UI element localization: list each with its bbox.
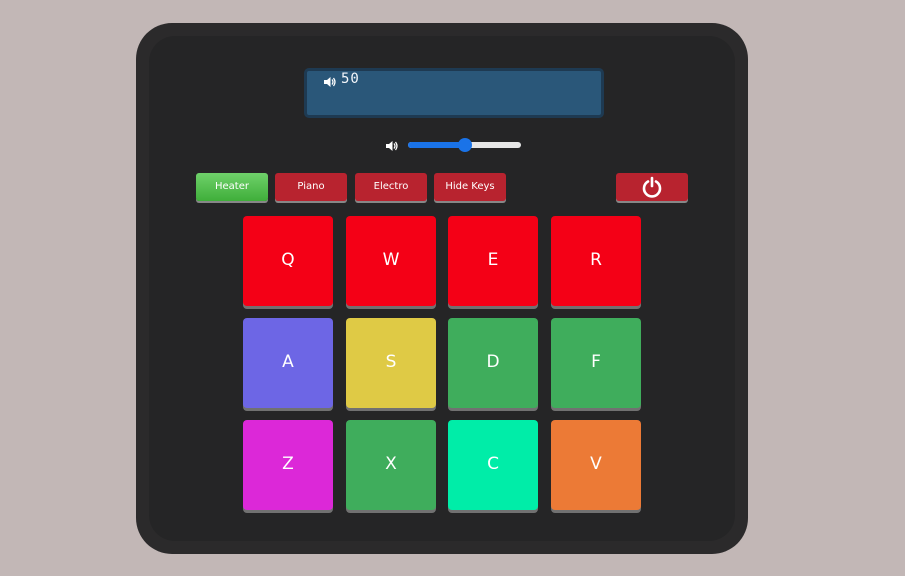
drum-pad-q[interactable]: Q bbox=[243, 216, 333, 306]
drum-pad-e[interactable]: E bbox=[448, 216, 538, 306]
drum-pad-c[interactable]: C bbox=[448, 420, 538, 510]
drum-pad-s[interactable]: S bbox=[346, 318, 436, 408]
display-screen: 50 bbox=[304, 68, 604, 118]
display-text: 50 bbox=[341, 71, 360, 87]
drum-pad-v[interactable]: V bbox=[551, 420, 641, 510]
power-icon bbox=[642, 176, 662, 198]
drum-machine: 50 Heater Piano Electro Hide Keys Q W E … bbox=[136, 23, 748, 554]
volume-slider-fill bbox=[408, 142, 465, 148]
drum-pad-w[interactable]: W bbox=[346, 216, 436, 306]
heater-button[interactable]: Heater bbox=[196, 173, 268, 201]
hide-keys-button[interactable]: Hide Keys bbox=[434, 173, 506, 201]
drum-pad-r[interactable]: R bbox=[551, 216, 641, 306]
volume-slider-thumb[interactable] bbox=[457, 138, 472, 152]
drum-pad-f[interactable]: F bbox=[551, 318, 641, 408]
drum-machine-panel: 50 Heater Piano Electro Hide Keys Q W E … bbox=[149, 36, 735, 541]
power-button[interactable] bbox=[616, 173, 688, 201]
speaker-icon bbox=[386, 141, 398, 151]
drum-pad-d[interactable]: D bbox=[448, 318, 538, 408]
piano-button[interactable]: Piano bbox=[275, 173, 347, 201]
drum-pad-z[interactable]: Z bbox=[243, 420, 333, 510]
electro-button[interactable]: Electro bbox=[355, 173, 427, 201]
drum-pad-a[interactable]: A bbox=[243, 318, 333, 408]
drum-pad-x[interactable]: X bbox=[346, 420, 436, 510]
speaker-icon bbox=[324, 77, 336, 87]
volume-slider[interactable] bbox=[408, 138, 521, 152]
